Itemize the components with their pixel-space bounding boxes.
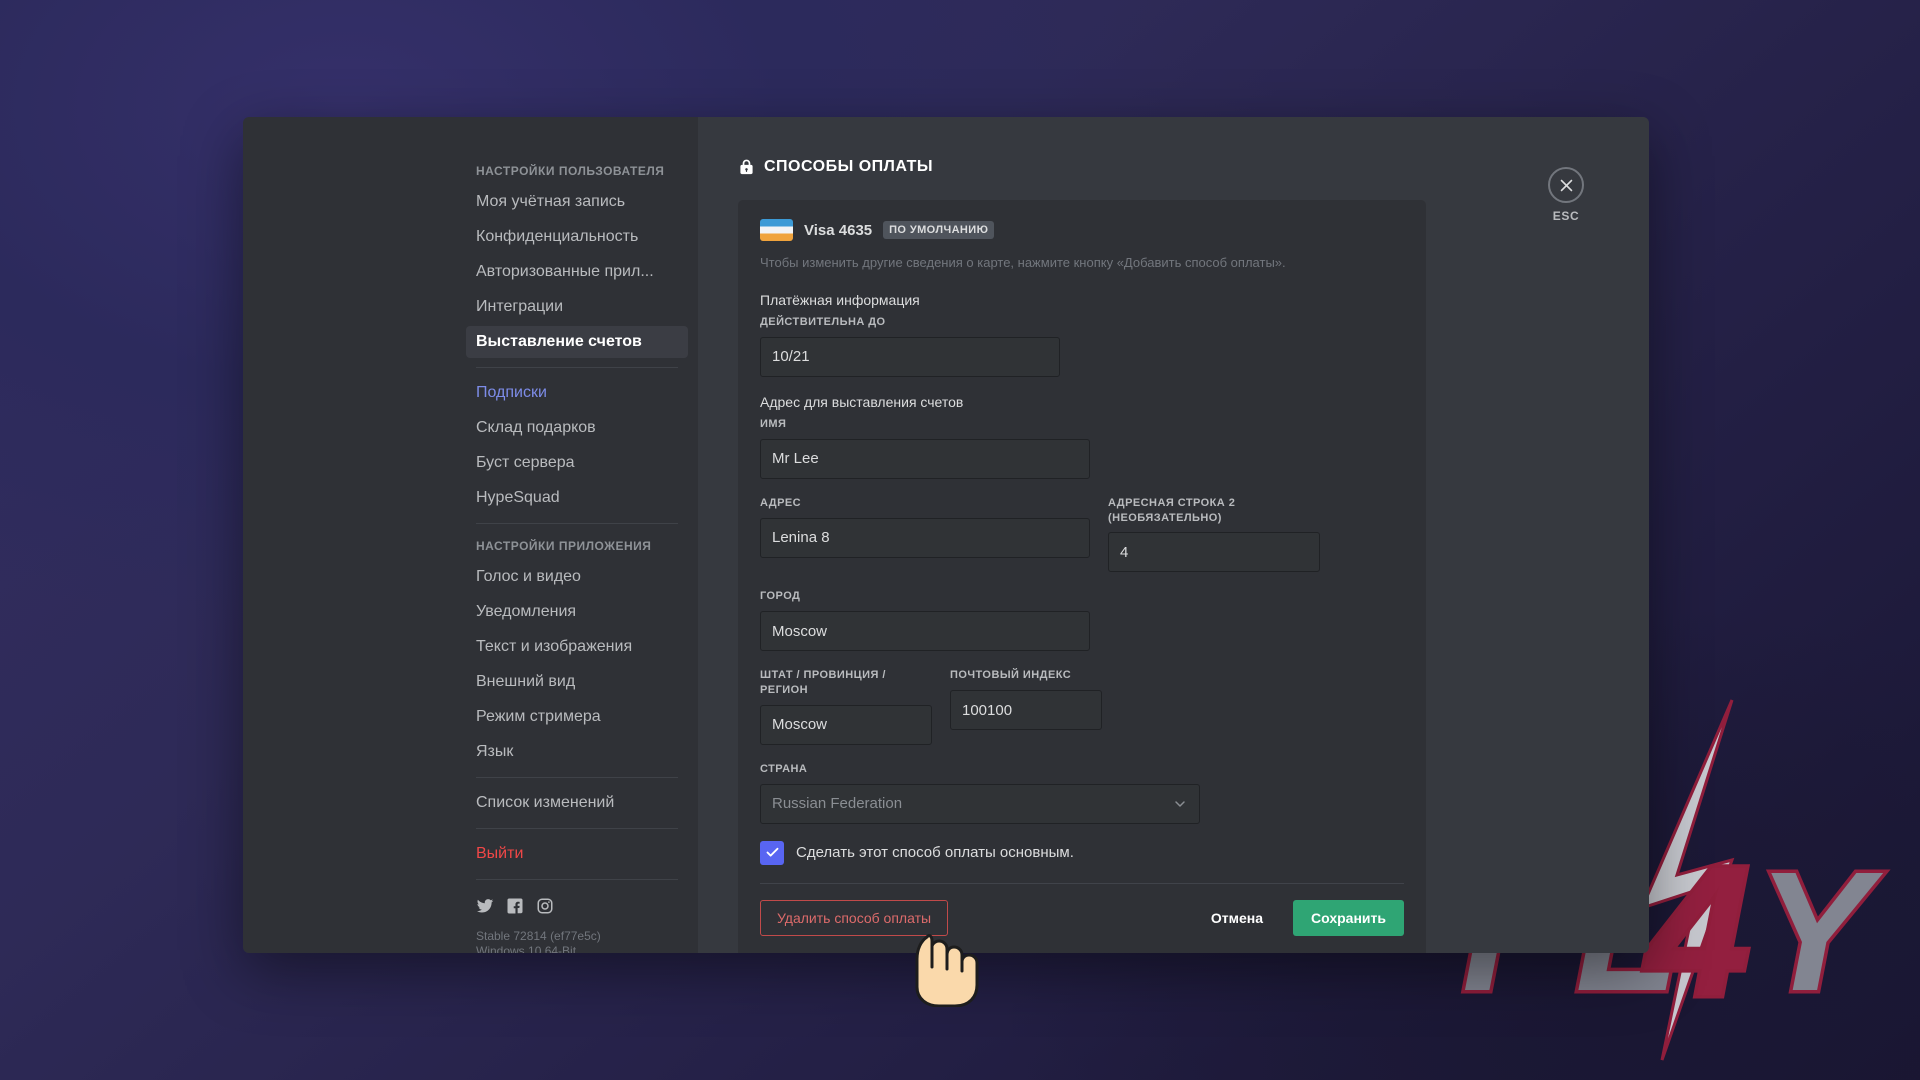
- sidebar-divider-2: [476, 523, 678, 524]
- country-select[interactable]: Russian Federation: [760, 783, 1200, 824]
- instagram-icon[interactable]: [536, 897, 554, 915]
- country-label: СТРАНА: [760, 762, 808, 775]
- card-note: Чтобы изменить другие сведения о карте, …: [760, 255, 1286, 270]
- close-settings-button[interactable]: ESC: [1539, 167, 1593, 223]
- visa-card-icon: [760, 219, 793, 241]
- desktop-background: PL 4 Y НАСТРОЙКИ ПОЛЬЗОВАТЕЛЯ Моя учётна…: [0, 0, 1920, 1080]
- svg-text:Y: Y: [1757, 837, 1884, 1027]
- sidebar-item-server-boost[interactable]: Буст сервера: [466, 447, 688, 479]
- address2-input[interactable]: 4: [1108, 532, 1320, 573]
- address2-field: АДРЕСНАЯ СТРОКА 2 (НЕОБЯЗАТЕЛЬНО) 4: [1108, 496, 1320, 573]
- save-button[interactable]: Сохранить: [1293, 899, 1404, 936]
- expiry-label: ДЕЙСТВИТЕЛЬНА ДО: [760, 316, 886, 328]
- social-links: [466, 889, 688, 915]
- version-info: Stable 72814 (ef77e5c) Windows 10 64-Bit: [466, 915, 688, 953]
- address-row: АДРЕС Lenina 8 АДРЕСНАЯ СТРОКА 2 (НЕОБЯЗ…: [760, 496, 1404, 590]
- lock-icon: [740, 159, 753, 175]
- settings-sidebar: НАСТРОЙКИ ПОЛЬЗОВАТЕЛЯ Моя учётная запис…: [243, 117, 698, 953]
- address2-label-line-2: (НЕОБЯЗАТЕЛЬНО): [1108, 511, 1222, 524]
- close-icon-circle: [1548, 167, 1584, 203]
- cancel-button[interactable]: Отмена: [1195, 900, 1279, 936]
- sidebar-divider-5: [476, 879, 678, 880]
- state-zip-row: ШТАТ / ПРОВИНЦИЯ / РЕГИОН Moscow ПОЧТОВЫ…: [760, 668, 1404, 762]
- sidebar-item-billing[interactable]: Выставление счетов: [466, 326, 688, 358]
- facebook-icon[interactable]: [506, 897, 524, 915]
- sidebar-item-my-account[interactable]: Моя учётная запись: [466, 186, 688, 218]
- address-label: АДРЕС: [760, 496, 802, 509]
- version-os: Windows 10 64-Bit: [476, 944, 577, 953]
- sidebar-header-user-settings: НАСТРОЙКИ ПОЛЬЗОВАТЕЛЯ: [476, 164, 665, 178]
- sidebar-item-voice-video[interactable]: Голос и видео: [466, 561, 688, 593]
- discord-settings-window: НАСТРОЙКИ ПОЛЬЗОВАТЕЛЯ Моя учётная запис…: [243, 117, 1649, 953]
- chevron-down-icon: [1175, 801, 1185, 807]
- address-input[interactable]: Lenina 8: [760, 517, 1090, 558]
- sidebar-item-integrations[interactable]: Интеграции: [466, 291, 688, 323]
- delete-payment-method-button[interactable]: Удалить способ оплаты: [760, 899, 949, 936]
- sidebar-divider-4: [476, 828, 678, 829]
- sidebar-divider-3: [476, 777, 678, 778]
- city-label: ГОРОД: [760, 590, 801, 603]
- version-build: Stable 72814 (ef77e5c): [476, 929, 601, 943]
- expiry-input[interactable]: 10/21: [760, 336, 1060, 377]
- sidebar-item-language[interactable]: Язык: [466, 736, 688, 768]
- zip-field: ПОЧТОВЫЙ ИНДЕКС 100100: [950, 668, 1102, 745]
- actions-row: Удалить способ оплаты Отмена Сохранить: [760, 899, 1404, 936]
- sidebar-item-appearance[interactable]: Внешний вид: [466, 666, 688, 698]
- name-label: ИМЯ: [760, 417, 787, 430]
- address2-label: АДРЕСНАЯ СТРОКА 2 (НЕОБЯЗАТЕЛЬНО): [1108, 496, 1320, 526]
- sidebar-item-gift-inventory[interactable]: Склад подарков: [466, 412, 688, 444]
- state-field: ШТАТ / ПРОВИНЦИЯ / РЕГИОН Moscow: [760, 668, 932, 745]
- card-label: Visa 4635: [804, 221, 873, 239]
- sidebar-divider-1: [476, 367, 678, 368]
- make-default-checkbox[interactable]: [760, 840, 784, 865]
- name-field: ИМЯ Mr Lee: [760, 417, 1090, 479]
- sidebar-item-streamer-mode[interactable]: Режим стримера: [466, 701, 688, 733]
- make-default-row: Сделать этот способ оплаты основным.: [760, 840, 1404, 865]
- actions-divider: [760, 882, 1404, 884]
- expiry-field: ДЕЙСТВИТЕЛЬНА ДО 10/21: [760, 315, 1060, 377]
- country-select-value: Russian Federation: [772, 795, 903, 813]
- sidebar-item-notifications[interactable]: Уведомления: [466, 596, 688, 628]
- state-input[interactable]: Moscow: [760, 704, 932, 745]
- name-input[interactable]: Mr Lee: [760, 438, 1090, 479]
- close-label: ESC: [1552, 209, 1580, 223]
- card-summary-row: Visa 4635 ПО УМОЛЧАНИЮ: [760, 219, 1404, 241]
- sidebar-item-text-images[interactable]: Текст и изображения: [466, 631, 688, 663]
- zip-input[interactable]: 100100: [950, 690, 1102, 731]
- make-default-label: Сделать этот способ оплаты основным.: [796, 844, 1074, 862]
- svg-text:4: 4: [1643, 829, 1750, 1035]
- sidebar-item-changelog[interactable]: Список изменений: [466, 787, 688, 819]
- status-badge: ПО УМОЛЧАНИЮ: [883, 221, 995, 239]
- page-title-text: СПОСОБЫ ОПЛАТЫ: [764, 158, 934, 175]
- settings-content: СПОСОБЫ ОПЛАТЫ Visa 4635 ПО УМОЛЧАНИЮ Чт…: [698, 117, 1649, 953]
- address2-label-line-1: АДРЕСНАЯ СТРОКА 2: [1108, 496, 1236, 509]
- state-label: ШТАТ / ПРОВИНЦИЯ / РЕГИОН: [760, 669, 886, 697]
- city-field: ГОРОД Moscow: [760, 589, 1090, 652]
- sidebar-item-subscriptions[interactable]: Подписки: [466, 377, 688, 409]
- close-icon: [1560, 179, 1572, 191]
- country-field: СТРАНА Russian Federation: [760, 762, 1200, 824]
- sidebar-header-app-settings: НАСТРОЙКИ ПРИЛОЖЕНИЯ: [476, 539, 652, 553]
- sidebar-item-logout[interactable]: Выйти: [466, 838, 688, 870]
- payment-method-panel: Visa 4635 ПО УМОЛЧАНИЮ Чтобы изменить др…: [738, 200, 1426, 953]
- sidebar-item-hypesquad[interactable]: HypeSquad: [466, 482, 688, 514]
- zip-label: ПОЧТОВЫЙ ИНДЕКС: [950, 669, 1072, 682]
- sidebar-item-privacy[interactable]: Конфиденциальность: [466, 221, 688, 253]
- checkmark-icon: [766, 848, 778, 857]
- page-title: СПОСОБЫ ОПЛАТЫ: [738, 158, 1426, 176]
- billing-address-title: Адрес для выставления счетов: [760, 393, 964, 410]
- city-input[interactable]: Moscow: [760, 611, 1090, 652]
- sidebar-item-authorized-apps[interactable]: Авторизованные прил...: [466, 256, 688, 288]
- payment-info-title: Платёжная информация: [760, 292, 920, 308]
- address-field: АДРЕС Lenina 8: [760, 496, 1090, 573]
- twitter-icon[interactable]: [476, 897, 494, 915]
